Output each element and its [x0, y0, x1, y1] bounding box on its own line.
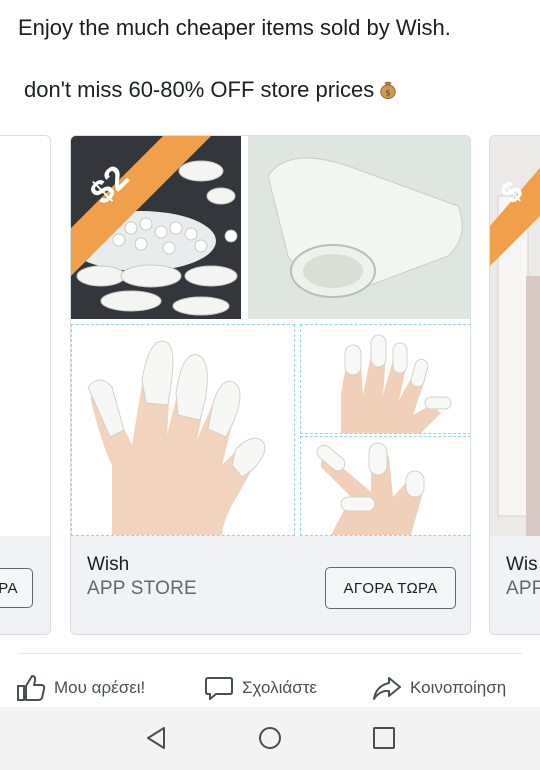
thumbs-up-icon — [17, 675, 46, 701]
comment-icon — [205, 677, 233, 700]
carousel-card-next[interactable]: $ Wis APP — [489, 135, 540, 635]
share-button[interactable]: Κοινοποίηση — [372, 672, 506, 704]
actions-divider — [18, 653, 522, 654]
collage-panel-hand-full — [71, 324, 295, 536]
like-button[interactable]: Μου αρέσει! — [16, 672, 145, 704]
shop-now-button[interactable]: ΑΓΟΡΑ ΤΩΡΑ — [325, 567, 456, 609]
carousel-card-wish[interactable]: $2 Wish APP STORE ΑΓΟΡΑ ΤΩΡΑ — [70, 135, 471, 635]
carousel-card-previous[interactable]: PA — [0, 135, 51, 635]
hand-with-finger-cots-illustration — [87, 340, 266, 535]
ad-title: Wish — [87, 554, 130, 575]
price-ribbon-shape — [71, 136, 211, 276]
shop-now-button-previous[interactable]: PA — [0, 568, 33, 608]
post-text-line-2-text: don't miss 60-80% OFF store prices — [24, 77, 375, 102]
comment-button[interactable]: Σχολιάστε — [204, 672, 317, 704]
post-text-line-1: Enjoy the much cheaper items sold by Wis… — [18, 15, 451, 40]
collage-panel-closeup — [248, 136, 470, 319]
finger-cot-closeup-illustration — [248, 136, 470, 319]
product-image-next[interactable]: $ — [490, 136, 540, 536]
share-label: Κοινοποίηση — [410, 678, 507, 697]
system-navigation-bar — [0, 707, 540, 770]
comment-label: Σχολιάστε — [242, 678, 317, 697]
hand-two-fingers-illustration — [316, 442, 425, 535]
collage-panel-hand-bottom — [300, 436, 470, 536]
home-circle-icon[interactable] — [256, 724, 284, 752]
cta-label-previous: PA — [0, 579, 18, 597]
recents-square-icon[interactable] — [370, 724, 398, 752]
back-triangle-icon[interactable] — [142, 724, 170, 752]
post-text-line-2: don't miss 60-80% OFF store prices $ — [24, 77, 399, 103]
ad-title-next: Wis — [506, 554, 538, 575]
like-label: Μου αρέσει! — [54, 678, 146, 697]
svg-text:$: $ — [386, 87, 391, 97]
ad-subtitle: APP STORE — [87, 578, 197, 599]
shop-now-button-label: ΑΓΟΡΑ ΤΩΡΑ — [343, 579, 438, 597]
share-icon — [373, 677, 401, 700]
ad-subtitle-next: APP — [506, 578, 540, 599]
price-ribbon: $2 — [71, 136, 211, 276]
product-image-finger-cots[interactable]: $2 — [71, 136, 470, 536]
collage-panel-hand-top — [300, 324, 470, 434]
money-bag-icon: $ — [380, 81, 396, 99]
product-image-previous[interactable] — [0, 136, 50, 536]
hand-fingertips-illustration — [341, 334, 452, 433]
